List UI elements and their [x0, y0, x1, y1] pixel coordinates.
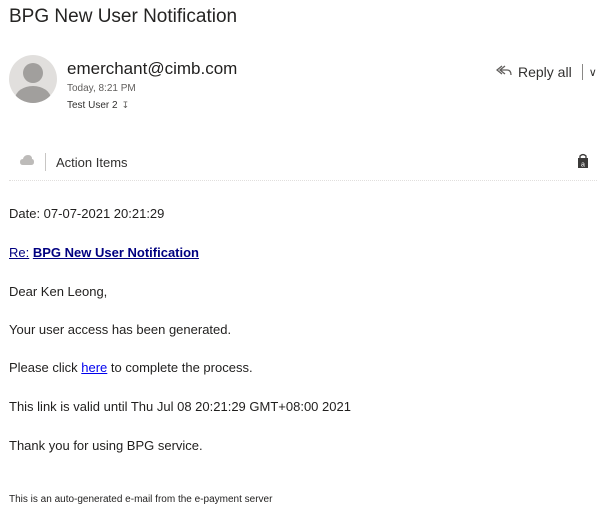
body-line-2-after: to complete the process.: [110, 360, 253, 375]
recipient-line[interactable]: Test User 2 ↧: [67, 100, 129, 111]
shopping-bag-icon[interactable]: a: [577, 153, 589, 174]
email-subject: BPG New User Notification: [9, 6, 238, 27]
auto-generated-footer: This is an auto-generated e-mail from th…: [9, 494, 273, 505]
expand-recipients-icon[interactable]: ↧: [122, 100, 130, 111]
re-title[interactable]: BPG New User Notification: [33, 245, 199, 260]
greeting: Dear Ken Leong,: [9, 284, 108, 299]
body-line-2-before: Please click: [9, 360, 78, 375]
date-line: Date: 07-07-2021 20:21:29: [9, 206, 165, 221]
sent-time: Today, 8:21 PM: [67, 83, 136, 94]
re-prefix[interactable]: Re:: [9, 245, 29, 260]
body-line-2: Please click here to complete the proces…: [9, 360, 253, 375]
reply-all-label: Reply all: [518, 64, 572, 80]
cloud-icon: [19, 153, 35, 171]
header-divider: [9, 180, 597, 181]
action-items-bar[interactable]: Action Items: [19, 153, 128, 171]
action-items-label: Action Items: [56, 154, 128, 170]
reply-all-icon: [495, 64, 512, 81]
reply-all-button[interactable]: Reply all ∨: [495, 62, 597, 82]
chevron-down-icon[interactable]: ∨: [589, 66, 597, 79]
sender-address[interactable]: emerchant@cimb.com: [67, 59, 237, 79]
body-line-1: Your user access has been generated.: [9, 322, 232, 337]
re-line: Re: BPG New User Notification: [9, 245, 199, 260]
sender-avatar[interactable]: [9, 55, 57, 103]
svg-text:a: a: [581, 162, 585, 169]
recipient-name: Test User 2: [67, 100, 118, 111]
here-link[interactable]: here: [81, 360, 107, 375]
body-line-4: Thank you for using BPG service.: [9, 438, 203, 453]
body-line-3: This link is valid until Thu Jul 08 20:2…: [9, 399, 351, 414]
